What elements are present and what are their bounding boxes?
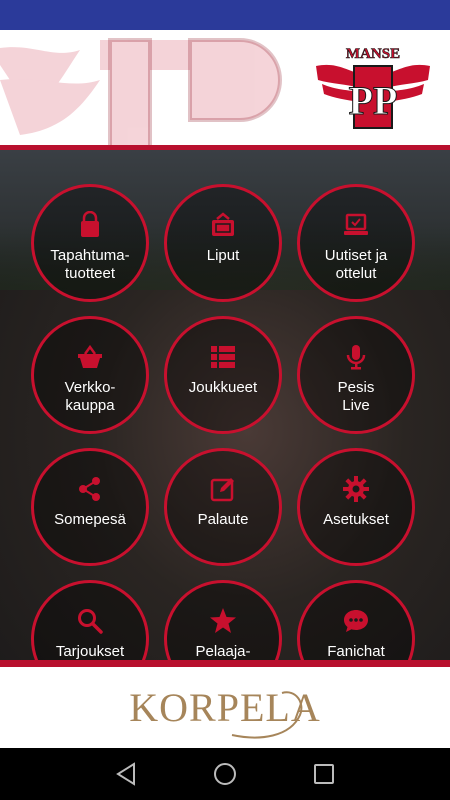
search-icon [78, 609, 103, 634]
star-icon [210, 608, 236, 633]
menu-item-pelaaja[interactable]: Pelaaja- [164, 580, 282, 660]
share-icon [79, 477, 100, 501]
status-bar [0, 0, 450, 30]
laptop-icon [344, 213, 368, 235]
menu-item-tarjoukset[interactable]: Tarjoukset [31, 580, 149, 660]
menu-item-joukkueet[interactable]: Joukkueet [164, 316, 282, 434]
team-logo-letters: PP [349, 78, 398, 123]
menu-item-label: Tapahtuma- tuotteet [50, 247, 130, 282]
menu-item-label: Pelaaja- [195, 643, 251, 660]
gear-icon [343, 476, 369, 502]
ticket-icon [212, 212, 234, 236]
menu-item-uutiset[interactable]: Uutiset ja ottelut [297, 184, 415, 302]
menu-item-label: Asetukset [323, 511, 389, 528]
sponsor-logo: KORPELA [129, 685, 320, 739]
bag-icon [81, 211, 99, 237]
header: MANSE PP [0, 30, 450, 145]
recents-icon[interactable] [310, 760, 338, 788]
basket-icon [78, 344, 102, 368]
menu-item-label: Uutiset ja ottelut [324, 247, 388, 282]
menu-item-pesis-live[interactable]: Pesis Live [297, 316, 415, 434]
menu-item-verkkokauppa[interactable]: Verkko- kauppa [31, 316, 149, 434]
menu-item-palaute[interactable]: Palaute [164, 448, 282, 566]
menu-item-somepesa[interactable]: Somepesä [31, 448, 149, 566]
header-watermark-logo [0, 38, 282, 145]
sponsor-logo-text: KORPELA [129, 685, 320, 730]
menu-item-label: Liput [206, 247, 240, 264]
list-icon [211, 346, 235, 368]
menu-grid: Tapahtuma- tuotteet Liput Uutiset ja ott… [0, 150, 450, 660]
edit-icon [210, 478, 234, 502]
sponsor-banner[interactable]: KORPELA [0, 667, 450, 748]
menu-item-label: Somepesä [54, 511, 126, 528]
menu-item-fanichat[interactable]: Fanichat [297, 580, 415, 660]
menu-item-label: Fanichat [327, 643, 385, 660]
footer-divider [0, 660, 450, 667]
team-logo-text: MANSE [346, 46, 400, 62]
back-icon[interactable] [112, 760, 140, 788]
microphone-icon [346, 345, 366, 370]
chat-icon [344, 610, 368, 632]
menu-item-asetukset[interactable]: Asetukset [297, 448, 415, 566]
menu-item-label: Joukkueet [188, 379, 258, 396]
menu-item-label: Tarjoukset [55, 643, 125, 660]
menu-item-label: Palaute [197, 511, 249, 528]
menu-item-liput[interactable]: Liput [164, 184, 282, 302]
menu-item-label: Verkko- kauppa [64, 379, 116, 414]
home-icon[interactable] [211, 760, 239, 788]
menu-item-label: Pesis Live [337, 379, 375, 414]
system-nav-bar [0, 748, 450, 800]
team-logo: MANSE PP [316, 46, 430, 129]
menu-item-tapahtumatuotteet[interactable]: Tapahtuma- tuotteet [31, 184, 149, 302]
